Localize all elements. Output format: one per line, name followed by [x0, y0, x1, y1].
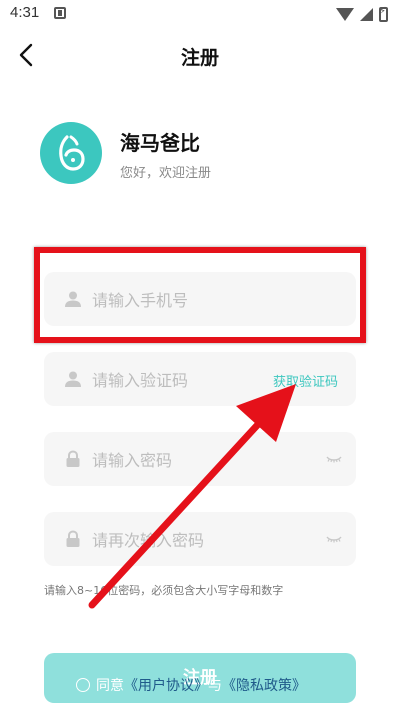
- lock-icon: [66, 450, 80, 467]
- signal-icon: [360, 7, 373, 21]
- top-bar: 注册: [0, 30, 400, 80]
- welcome-text: 您好，欢迎注册: [120, 166, 212, 181]
- app-name: 海马爸比: [120, 131, 200, 155]
- agree-conjunction: 与: [208, 678, 222, 694]
- password-input[interactable]: [90, 432, 294, 488]
- lock-icon: [66, 530, 80, 547]
- notification-icon: [54, 7, 66, 19]
- confirm-password-input[interactable]: [90, 512, 294, 568]
- verification-code-input[interactable]: [90, 352, 264, 408]
- page-title: 注册: [180, 47, 219, 69]
- eye-closed-icon[interactable]: [326, 533, 342, 545]
- password-field[interactable]: [44, 432, 356, 488]
- verification-code-field[interactable]: 获取验证码: [44, 352, 356, 408]
- get-code-button[interactable]: 获取验证码: [273, 371, 338, 390]
- privacy-policy-link[interactable]: 《隐私政策》: [222, 675, 306, 695]
- status-icons: [336, 5, 388, 23]
- status-bar: 4:31: [0, 0, 400, 28]
- app-logo: [40, 122, 102, 184]
- status-time: 4:31: [10, 4, 40, 21]
- password-hint: 请输入8~16位密码，必须包含大小写字母和数字: [44, 584, 284, 597]
- confirm-password-field[interactable]: [44, 512, 356, 568]
- user-icon: [65, 371, 81, 387]
- agree-radio[interactable]: [76, 678, 90, 692]
- wifi-icon: [336, 7, 354, 21]
- user-agreement-link[interactable]: 《用户协议》: [124, 675, 208, 695]
- agree-prefix: 同意: [96, 678, 124, 694]
- agreement-row: 同意 《用户协议》 与 《隐私政策》: [76, 675, 306, 695]
- annotation-highlight-box: [34, 247, 366, 343]
- seahorse-logo-icon: [59, 135, 85, 171]
- battery-icon: [379, 6, 388, 22]
- eye-closed-icon[interactable]: [326, 453, 342, 465]
